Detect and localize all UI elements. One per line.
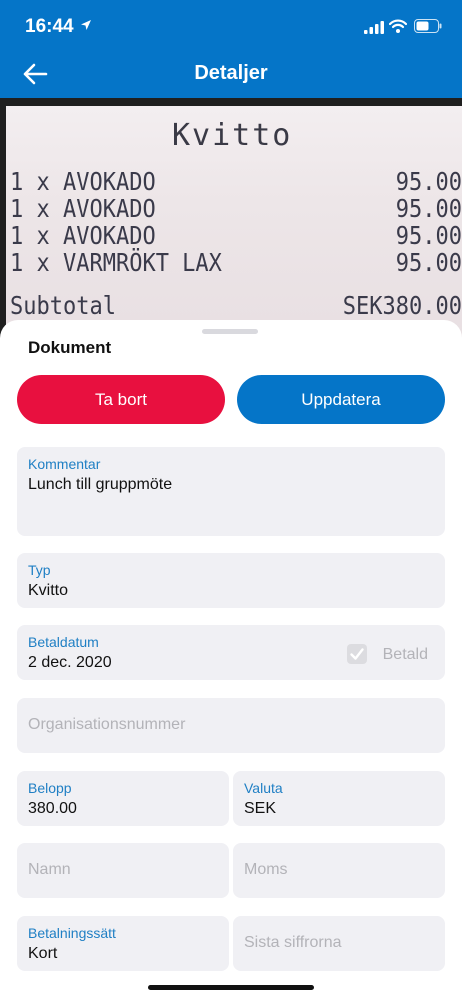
home-indicator xyxy=(148,985,314,990)
orgnr-field[interactable]: Organisationsnummer xyxy=(17,698,445,753)
paymethod-label: Betalningssätt xyxy=(28,925,116,941)
comment-field[interactable]: Kommentar Lunch till gruppmöte xyxy=(17,447,445,536)
checkmark-icon xyxy=(350,648,364,660)
currency-label: Valuta xyxy=(244,780,283,796)
type-field[interactable]: Typ Kvitto xyxy=(17,553,445,608)
section-title: Dokument xyxy=(28,338,112,357)
type-label: Typ xyxy=(28,562,51,578)
location-arrow-icon xyxy=(80,18,92,36)
lastdigits-field[interactable]: Sista siffrorna xyxy=(233,916,445,971)
status-bar: 16:44 xyxy=(0,0,462,50)
comment-value: Lunch till gruppmöte xyxy=(28,476,173,493)
vat-field[interactable]: Moms xyxy=(233,843,445,898)
status-time: 16:44 xyxy=(25,16,74,37)
update-button[interactable]: Uppdatera xyxy=(237,375,445,424)
battery-icon xyxy=(414,19,442,38)
amount-value: 380.00 xyxy=(28,800,77,817)
name-field[interactable]: Namn xyxy=(17,843,229,898)
paydate-field[interactable]: Betaldatum 2 dec. 2020 Betald xyxy=(17,625,445,680)
paymethod-value: Kort xyxy=(28,945,58,962)
orgnr-placeholder: Organisationsnummer xyxy=(28,716,186,733)
paid-checkbox[interactable] xyxy=(347,644,367,664)
receipt-paper: Kvitto 1 x AVOKADO 95.00 1 x AVOKADO 95.00… xyxy=(6,106,462,338)
name-placeholder: Namn xyxy=(28,861,71,878)
vat-placeholder: Moms xyxy=(244,861,288,878)
delete-button[interactable]: Ta bort xyxy=(17,375,225,424)
currency-field[interactable]: Valuta SEK xyxy=(233,771,445,826)
page-title: Detaljer xyxy=(194,62,268,84)
paid-label: Betald xyxy=(382,646,428,663)
paydate-value: 2 dec. 2020 xyxy=(28,654,112,671)
receipt-image: Kvitto 1 x AVOKADO 95.00 1 x AVOKADO 95.00… xyxy=(0,98,462,338)
type-value: Kvitto xyxy=(28,582,69,599)
wifi-icon xyxy=(388,19,408,38)
comment-label: Kommentar xyxy=(28,456,101,472)
amount-label: Belopp xyxy=(28,780,72,796)
paymethod-field[interactable]: Betalningssätt Kort xyxy=(17,916,229,971)
sheet-drag-handle[interactable] xyxy=(202,329,258,334)
nav-bar: Detaljer xyxy=(0,50,462,98)
currency-value: SEK xyxy=(244,800,277,817)
lastdigits-placeholder: Sista siffrorna xyxy=(244,934,342,951)
paydate-label: Betaldatum xyxy=(28,634,99,650)
document-sheet: Dokument Ta bort Uppdatera Kommentar Lun… xyxy=(0,320,462,999)
cellular-signal-icon xyxy=(364,21,384,39)
amount-field[interactable]: Belopp 380.00 xyxy=(17,771,229,826)
receipt-title: Kvitto xyxy=(172,118,293,153)
